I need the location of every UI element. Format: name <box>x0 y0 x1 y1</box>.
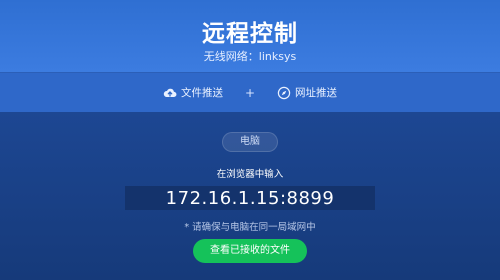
file-push-label: 文件推送 <box>180 87 223 99</box>
lan-note-text: 请确保与电脑在同一局域网中 <box>192 222 316 233</box>
main-panel: 电脑 在浏览器中输入 172.16.1.15:8899 * 请确保与电脑在同一局域… <box>0 112 500 280</box>
toolbar: 文件推送 + 网址推送 <box>0 72 500 112</box>
file-push-button[interactable]: 文件推送 <box>163 85 223 100</box>
cloud-upload-icon <box>163 88 177 97</box>
server-address: 172.16.1.15:8899 <box>165 187 335 209</box>
address-box: 172.16.1.15:8899 <box>125 186 375 210</box>
toolbar-separator: + <box>244 85 256 100</box>
header: 远程控制 无线网络：linksys <box>0 0 500 72</box>
remote-control-screen: 远程控制 无线网络：linksys 文件推送 + 网址推送 电脑 在浏览器中输入… <box>0 0 500 280</box>
note-asterisk: * <box>184 222 190 233</box>
lan-note: * 请确保与电脑在同一局域网中 <box>0 219 500 233</box>
page-title: 远程控制 <box>202 21 298 47</box>
compass-icon <box>277 86 291 99</box>
url-push-button[interactable]: 网址推送 <box>277 85 337 100</box>
network-name: 无线网络：linksys <box>203 50 297 63</box>
view-received-files-button[interactable]: 查看已接收的文件 <box>193 239 307 263</box>
url-push-label: 网址推送 <box>295 87 338 99</box>
device-tab-computer[interactable]: 电脑 <box>222 132 278 152</box>
instruction-text: 在浏览器中输入 <box>216 169 284 180</box>
